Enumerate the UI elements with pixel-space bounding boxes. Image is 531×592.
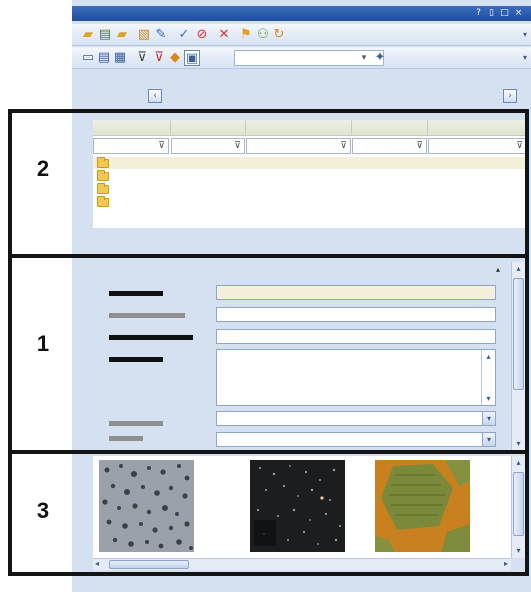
folder-up-icon[interactable]: ▰ (114, 27, 130, 43)
group-icon[interactable]: ⚇ (255, 27, 271, 43)
panel-title-bar: ? ▯ □ × (72, 6, 531, 21)
flag-icon[interactable]: ⚑ (238, 27, 254, 43)
open-folder-icon[interactable]: ▤ (97, 27, 113, 43)
help-button[interactable]: ? (473, 7, 484, 19)
region-outline-2 (8, 109, 529, 258)
region-label: 3 (36, 498, 50, 523)
image-filter-icon[interactable]: ▣ (184, 50, 200, 66)
view-detail-icon[interactable]: ▤ (96, 50, 112, 66)
region-label: 1 (36, 331, 50, 356)
next-button[interactable]: › (503, 89, 517, 103)
previous-button[interactable]: ‹ (148, 89, 162, 103)
tools-icon[interactable]: ✎ (153, 27, 169, 43)
main-toolbar: ▰ ▤ ▰ ▧ ✎ ✓ ⊘ ✕ ⚑ ⚇ ↻ ▾ (72, 24, 531, 46)
toolbar-overflow-icon[interactable]: ▾ (523, 30, 527, 39)
options-icon[interactable]: ✦ (372, 50, 388, 66)
view-toolbar: ▭ ▤ ▦ ⊽ ⊽ ◆ ▣ ▾ ✦ ▾ (72, 47, 531, 69)
image-icon[interactable]: ▧ (136, 27, 152, 43)
maximize-button[interactable]: □ (499, 7, 510, 19)
view-thumbnails-icon[interactable]: ▦ (112, 50, 128, 66)
region-outline-1 (8, 254, 529, 454)
check-icon[interactable]: ✓ (176, 27, 192, 43)
sync-icon[interactable]: ↻ (271, 27, 287, 43)
new-document-icon[interactable]: ▰ (80, 27, 96, 43)
cancel-icon[interactable]: ⊘ (194, 27, 210, 43)
close-button[interactable]: × (513, 7, 524, 19)
delete-icon[interactable]: ✕ (216, 27, 232, 43)
region-outline-3 (8, 450, 529, 576)
toolbar2-overflow-icon[interactable]: ▾ (523, 53, 527, 62)
filter-clear-icon[interactable]: ⊽ (151, 50, 167, 66)
filter-dropdown-icon[interactable]: ▾ (356, 50, 372, 66)
filter-icon[interactable]: ⊽ (134, 50, 150, 66)
region-label: 2 (36, 156, 50, 181)
view-list-icon[interactable]: ▭ (80, 50, 96, 66)
filter-apply-icon[interactable]: ◆ (167, 50, 183, 66)
pin-button[interactable]: ▯ (486, 7, 497, 19)
